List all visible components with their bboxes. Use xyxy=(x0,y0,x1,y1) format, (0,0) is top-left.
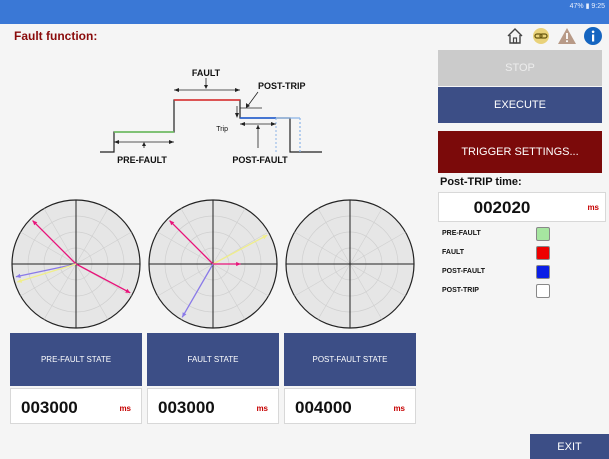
legend-item: PRE-FAULT xyxy=(440,225,560,244)
post-fault-time-unit: ms xyxy=(393,404,405,413)
fault-time-value[interactable]: 003000 xyxy=(158,398,215,418)
trip-label: Trip xyxy=(216,126,228,133)
legend-item: POST-TRIP xyxy=(440,282,560,301)
execute-button[interactable]: EXECUTE xyxy=(438,87,602,123)
legend-swatch[interactable] xyxy=(536,284,550,298)
pre-fault-state-button[interactable]: PRE-FAULT STATE xyxy=(10,333,142,386)
post-fault-label: POST-FAULT xyxy=(232,155,288,165)
status-text: 47% ▮ 9:25 xyxy=(569,3,605,10)
pre-fault-time-value[interactable]: 003000 xyxy=(21,398,78,418)
fault-timing-diagram: FAULT POST-TRIP Trip PRE-FAULT POST-FAUL… xyxy=(100,68,322,165)
post-trip-time-unit: ms xyxy=(587,203,599,212)
legend: PRE-FAULT FAULT POST-FAULT POST-TRIP xyxy=(440,225,560,301)
info-icon[interactable] xyxy=(583,26,603,46)
post-trip-label: POST-TRIP xyxy=(258,81,306,91)
fault-label: FAULT xyxy=(192,68,221,78)
fault-state-button[interactable]: FAULT STATE xyxy=(147,333,279,386)
legend-label: POST-TRIP xyxy=(442,287,479,294)
post-fault-state-button[interactable]: POST-FAULT STATE xyxy=(284,333,416,386)
post-fault-phasor-diagram xyxy=(285,199,415,329)
legend-label: PRE-FAULT xyxy=(442,230,481,237)
exit-button[interactable]: EXIT xyxy=(530,434,609,459)
toolbar-icons xyxy=(505,26,603,46)
post-trip-time-label: Post-TRIP time: xyxy=(440,176,522,188)
post-fault-time-value[interactable]: 004000 xyxy=(295,398,352,418)
fault-phasor-diagram xyxy=(148,199,278,329)
legend-swatch[interactable] xyxy=(536,227,550,241)
stop-button[interactable]: STOP xyxy=(438,50,602,86)
pre-fault-time-unit: ms xyxy=(119,404,131,413)
trigger-settings-button[interactable]: TRIGGER SETTINGS... xyxy=(438,131,602,173)
post-trip-time-value[interactable]: 002020 xyxy=(439,198,565,218)
legend-swatch[interactable] xyxy=(536,265,550,279)
legend-label: POST-FAULT xyxy=(442,268,486,275)
link-icon[interactable] xyxy=(531,26,551,46)
legend-swatch[interactable] xyxy=(536,246,550,260)
fault-time-field[interactable]: 003000 ms xyxy=(147,388,279,424)
fault-time-unit: ms xyxy=(256,404,268,413)
pre-fault-time-field[interactable]: 003000 ms xyxy=(10,388,142,424)
page-title: Fault function: xyxy=(14,29,98,43)
legend-label: FAULT xyxy=(442,249,465,256)
post-trip-time-field[interactable]: 002020 ms xyxy=(438,192,606,222)
pre-fault-phasor-diagram xyxy=(11,199,141,329)
pre-fault-label: PRE-FAULT xyxy=(117,155,167,165)
home-icon[interactable] xyxy=(505,26,525,46)
legend-item: FAULT xyxy=(440,244,560,263)
warning-icon[interactable] xyxy=(557,26,577,46)
post-fault-time-field[interactable]: 004000 ms xyxy=(284,388,416,424)
status-bar: 47% ▮ 9:25 xyxy=(0,0,609,24)
legend-item: POST-FAULT xyxy=(440,263,560,282)
